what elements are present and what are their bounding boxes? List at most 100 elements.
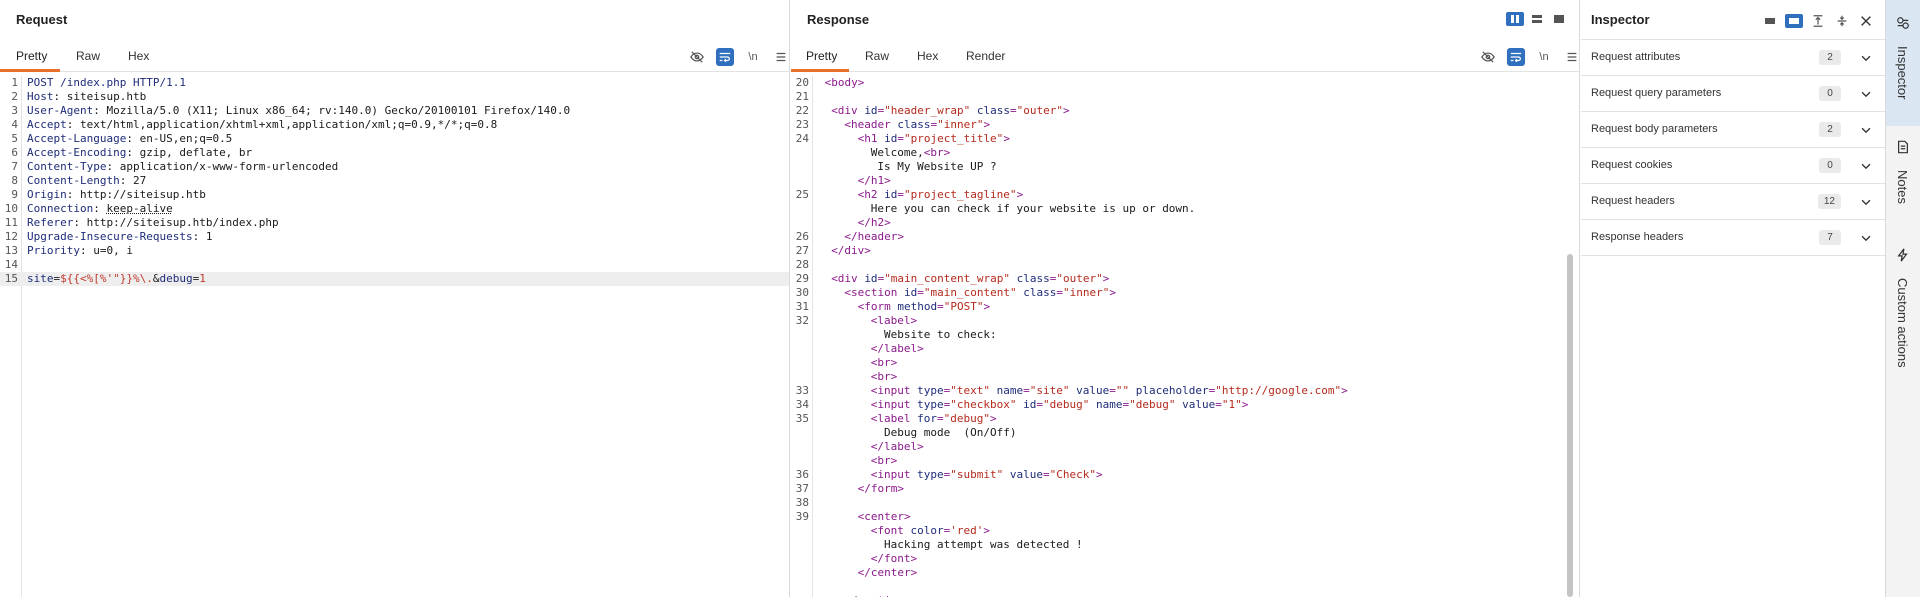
line-content: Content-Length: 27 [27, 174, 146, 188]
inspector-section-request-body-parameters[interactable]: Request body parameters 2 [1581, 112, 1885, 148]
line-number: 14 [4, 258, 18, 271]
side-tab-custom-actions[interactable]: Custom actions [1886, 242, 1920, 372]
line-content: User-Agent: Mozilla/5.0 (X11; Linux x86_… [27, 104, 570, 118]
inspector-section-response-headers[interactable]: Response headers 7 [1581, 220, 1885, 256]
layout-tabs-icon[interactable] [1550, 12, 1568, 26]
inspector-section-request-attributes[interactable]: Request attributes 2 [1581, 40, 1885, 76]
code-line: 31 <form method="POST"> [791, 300, 1579, 314]
request-tabs: Pretty Raw Hex [0, 46, 789, 72]
header-separator: : [79, 244, 94, 257]
line-number: 15 [4, 272, 18, 285]
html-text: Is My Website UP ? [877, 160, 997, 173]
chevron-down-icon[interactable] [1859, 51, 1873, 65]
code-line: 11 Referer: http://siteisup.htb/index.php [0, 216, 789, 230]
line-number: 33 [795, 384, 809, 397]
html-tag: > [1241, 398, 1249, 411]
line-number: 30 [795, 286, 809, 299]
code-line: 14 [0, 258, 789, 272]
response-editor[interactable]: 20 <body> 21 22 <div id="header_wrap" class=… [791, 76, 1579, 597]
html-tag: <form [857, 300, 898, 313]
inspector-layout-right-icon[interactable] [1785, 14, 1803, 28]
html-attribute: type [917, 384, 944, 397]
code-line: 3 User-Agent: Mozilla/5.0 (X11; Linux x86… [0, 104, 789, 118]
lightning-icon [1897, 248, 1908, 262]
request-editor[interactable]: 1 POST /index.php HTTP/1.1 2 Host: siteisup… [0, 76, 789, 597]
side-tab-inspector[interactable]: Inspector [1886, 0, 1920, 126]
layout-toggle [1506, 12, 1568, 26]
line-content: Debug mode (On/Off) [818, 426, 1016, 440]
line-content: <br> [818, 454, 898, 468]
inspector-section-request-cookies[interactable]: Request cookies 0 [1581, 148, 1885, 184]
code-line: Debug mode (On/Off) [791, 426, 1579, 440]
line-content: Welcome,<br> [818, 146, 950, 160]
chevron-down-icon[interactable] [1859, 195, 1873, 209]
inspector-section-request-query-parameters[interactable]: Request query parameters 0 [1581, 76, 1885, 112]
response-tab-hex[interactable]: Hex [917, 49, 938, 63]
chevron-down-icon[interactable] [1859, 123, 1873, 137]
inspector-section-label: Request cookies [1591, 159, 1673, 171]
response-tab-pretty[interactable]: Pretty [806, 49, 837, 63]
response-tab-render[interactable]: Render [966, 49, 1005, 63]
code-line: 4 Accept: text/html,application/xhtml+xml… [0, 118, 789, 132]
hide-nonprinting-icon[interactable] [1479, 48, 1497, 66]
code-line: Here you can check if your website is up… [791, 202, 1579, 216]
html-tag: = [1056, 286, 1063, 299]
chevron-down-icon[interactable] [1859, 159, 1873, 173]
chevron-down-icon[interactable] [1859, 87, 1873, 101]
html-tag: > [983, 524, 991, 537]
html-attribute: type [917, 468, 944, 481]
line-content: POST /index.php HTTP/1.1 [27, 76, 186, 90]
html-tag: <div [831, 104, 865, 117]
wrap-lines-icon[interactable] [716, 48, 734, 66]
html-tag: <label [870, 412, 918, 425]
line-content: </div> [818, 244, 871, 258]
line-number: 4 [11, 118, 18, 131]
html-tag [990, 384, 997, 397]
line-number: 29 [795, 272, 809, 285]
layout-side-by-side-icon[interactable] [1506, 12, 1524, 26]
line-number: 24 [795, 132, 809, 145]
expand-all-icon[interactable] [1809, 12, 1827, 30]
line-number: 13 [4, 244, 18, 257]
line-number: 1 [11, 76, 18, 89]
response-scrollbar-thumb[interactable] [1567, 254, 1573, 597]
html-tag: = [937, 412, 944, 425]
response-toolbar: \n [1479, 48, 1579, 66]
close-icon[interactable] [1857, 12, 1875, 30]
wrap-lines-icon[interactable] [1507, 48, 1525, 66]
collapse-all-icon[interactable] [1833, 12, 1851, 30]
html-tag [1129, 384, 1136, 397]
request-menu-icon[interactable] [772, 48, 789, 66]
line-number: 35 [795, 412, 809, 425]
code-line: 1 POST /index.php HTTP/1.1 [0, 76, 789, 90]
param-value: 1 [199, 272, 206, 285]
html-tag [970, 104, 977, 117]
request-tab-hex[interactable]: Hex [128, 49, 149, 63]
html-tag: = [897, 132, 904, 145]
chevron-down-icon[interactable] [1859, 231, 1873, 245]
html-attribute: value [1182, 398, 1216, 411]
line-content: Host: siteisup.htb [27, 90, 146, 104]
side-tab-notes[interactable]: Notes [1886, 134, 1920, 218]
request-tab-raw[interactable]: Raw [76, 49, 100, 63]
inspector-layout-left-icon[interactable] [1761, 14, 1779, 28]
html-tag: <br> [870, 356, 898, 369]
line-content: site=${{<%[%'"}}%\.&debug=1 [27, 272, 206, 286]
code-line: 23 <header class="inner"> [791, 118, 1579, 132]
line-content: <h1 id="project_title"> [818, 132, 1010, 146]
response-tab-raw[interactable]: Raw [865, 49, 889, 63]
line-content: </header> [818, 230, 904, 244]
html-tag: </h1> [857, 174, 891, 187]
inspector-section-request-headers[interactable]: Request headers 12 [1581, 184, 1885, 220]
hide-nonprinting-icon[interactable] [688, 48, 706, 66]
newline-toggle[interactable]: \n [1535, 48, 1553, 66]
response-menu-icon[interactable] [1563, 48, 1579, 66]
newline-toggle[interactable]: \n [744, 48, 762, 66]
request-tab-pretty[interactable]: Pretty [16, 49, 47, 63]
html-attribute: id [864, 272, 878, 285]
layout-stacked-icon[interactable] [1528, 12, 1546, 26]
line-content: Accept-Language: en-US,en;q=0.5 [27, 132, 232, 146]
response-scrollbar[interactable] [1567, 76, 1573, 597]
html-tag: <div [831, 272, 865, 285]
